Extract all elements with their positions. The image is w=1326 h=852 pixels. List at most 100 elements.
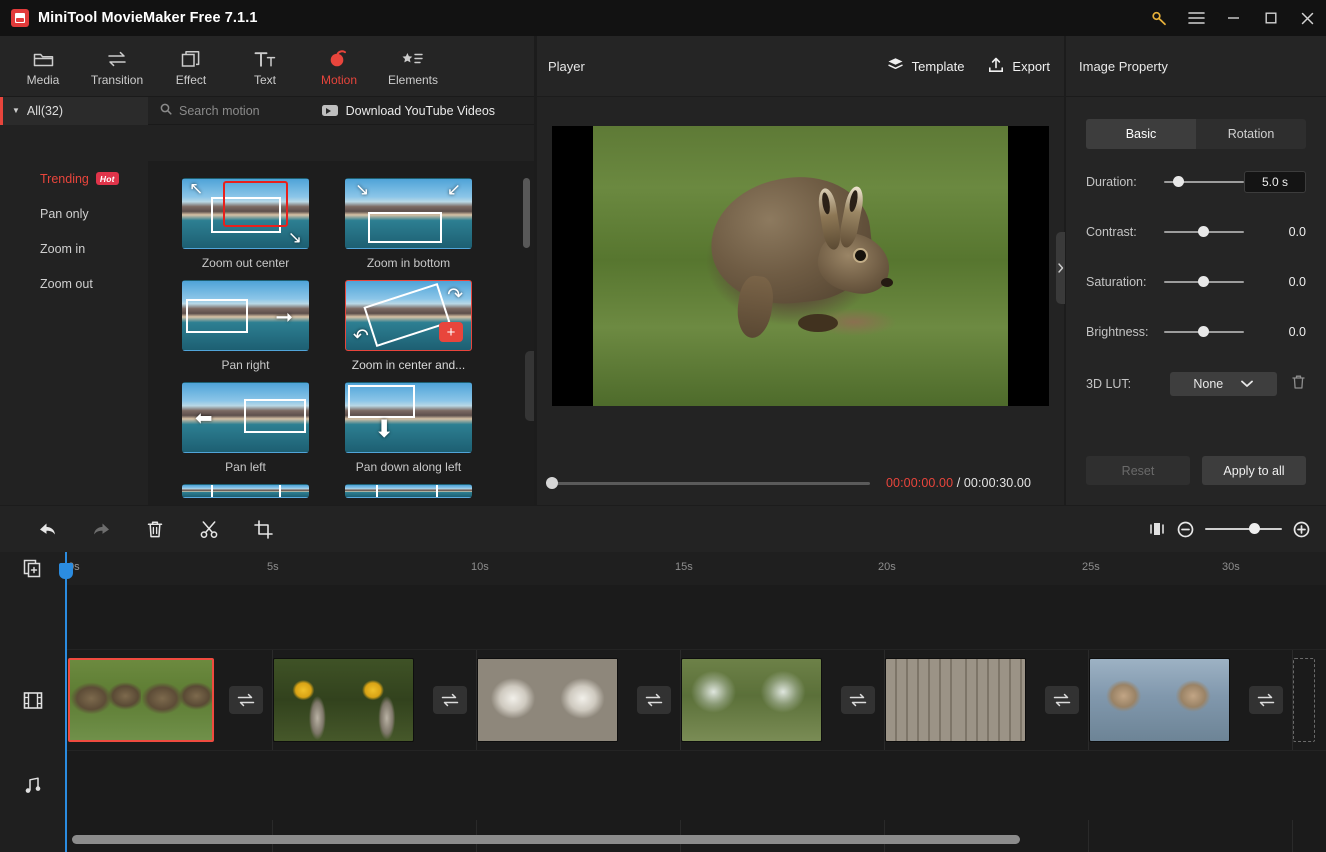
crop-button[interactable] — [236, 513, 290, 545]
motion-item-partial-b[interactable] — [345, 484, 472, 498]
lut-dropdown[interactable]: None — [1169, 372, 1277, 396]
duration-value[interactable]: 5.0 s — [1244, 171, 1306, 193]
transition-slot-2[interactable] — [433, 686, 467, 714]
library-collapse-handle[interactable] — [525, 351, 534, 421]
crop-frame — [244, 399, 306, 433]
effect-icon — [181, 46, 201, 68]
property-row-lut: 3D LUT: None — [1086, 371, 1306, 396]
duration-knob[interactable] — [1173, 176, 1184, 188]
download-youtube-button[interactable]: Download YouTube Videos — [321, 103, 496, 118]
timeline-toolbar — [0, 506, 1326, 552]
motion-item-zoom-in-center-and-rotate[interactable]: ↷ ↶ + Zoom in center and... — [223, 181, 472, 372]
contrast-knob[interactable] — [1198, 226, 1209, 238]
contrast-label: Contrast: — [1086, 225, 1137, 239]
ribbon-tab-motion[interactable]: Motion — [302, 37, 376, 95]
category-zoom-out[interactable]: Zoom out — [0, 266, 148, 301]
library-scrollbar[interactable] — [523, 178, 530, 248]
transition-slot-1[interactable] — [229, 686, 263, 714]
template-button[interactable]: Template — [887, 57, 964, 75]
playback-progress-slider[interactable] — [546, 477, 870, 489]
brightness-slider[interactable] — [1164, 326, 1244, 338]
clip-squirrel[interactable] — [1089, 658, 1230, 742]
brightness-knob[interactable] — [1198, 326, 1209, 338]
ribbon-tab-elements[interactable]: Elements — [376, 37, 450, 95]
download-youtube-label: Download YouTube Videos — [345, 103, 496, 118]
arrow-left-icon: ⬅ — [195, 406, 213, 430]
category-zoom-in[interactable]: Zoom in — [0, 231, 148, 266]
apply-to-all-button[interactable]: Apply to all — [1202, 456, 1306, 485]
category-trending[interactable]: Trending Hot — [0, 161, 148, 196]
ribbon-tab-media[interactable]: Media — [6, 37, 80, 95]
zoom-out-button[interactable] — [1177, 521, 1194, 538]
close-icon[interactable] — [1289, 0, 1326, 36]
crop-frame — [376, 485, 438, 497]
transition-slot-6[interactable] — [1249, 686, 1283, 714]
arrow-up-left-icon: ↖ — [189, 179, 204, 199]
clip-hare[interactable] — [68, 658, 214, 742]
motion-item-pan-right[interactable]: ➞ Pan right — [182, 280, 309, 372]
undo-button[interactable] — [20, 513, 74, 545]
tab-rotation[interactable]: Rotation — [1196, 119, 1306, 149]
search-motion-input[interactable]: Search motion — [160, 103, 260, 118]
window-controls — [1141, 0, 1326, 36]
hare-foot — [798, 314, 838, 332]
brightness-value: 0.0 — [1288, 325, 1306, 339]
ribbon-tab-transition[interactable]: Transition — [80, 37, 154, 95]
upper-track-row[interactable] — [65, 585, 1326, 650]
zoom-in-button[interactable] — [1293, 521, 1310, 538]
library-panel: Media Transition Effect Text Motion Elem… — [0, 36, 534, 505]
split-button[interactable] — [182, 513, 236, 545]
key-icon[interactable] — [1141, 0, 1178, 36]
playhead-grip[interactable] — [59, 563, 73, 579]
redo-button[interactable] — [74, 513, 128, 545]
minimize-icon[interactable] — [1215, 0, 1252, 36]
motion-item-partial-a[interactable] — [182, 484, 309, 498]
timeline-zoom-knob[interactable] — [1249, 523, 1260, 535]
category-pan-only[interactable]: Pan only — [0, 196, 148, 231]
timeline-ruler[interactable]: 0s 5s 10s 15s 20s 25s 30s — [65, 552, 1326, 585]
clip-bird[interactable] — [273, 658, 414, 742]
tab-basic[interactable]: Basic — [1086, 119, 1196, 149]
saturation-knob[interactable] — [1198, 276, 1209, 288]
hamburger-menu-icon[interactable] — [1178, 0, 1215, 36]
property-panel-collapse-handle[interactable] — [1056, 232, 1065, 304]
clip-feeder[interactable] — [885, 658, 1026, 742]
motion-item-pan-down-along-left[interactable]: ⬇ Pan down along left — [345, 382, 472, 474]
preview-stage[interactable] — [552, 126, 1049, 406]
all-filter-dropdown[interactable]: ▼ All(32) — [0, 96, 148, 125]
ribbon-tab-text[interactable]: Text — [228, 37, 302, 95]
add-motion-button[interactable]: + — [439, 322, 463, 342]
transition-slot-5[interactable] — [1045, 686, 1079, 714]
clip-spiderweb[interactable] — [681, 658, 822, 742]
youtube-icon — [321, 105, 338, 116]
audio-track[interactable] — [65, 750, 1326, 820]
playback-progress-row: 00:00:00.00 / 00:00:30.00 — [546, 476, 1052, 490]
ribbon-tab-effect[interactable]: Effect — [154, 37, 228, 95]
timecode-display: 00:00:00.00 / 00:00:30.00 — [886, 476, 1031, 490]
transition-slot-4[interactable] — [841, 686, 875, 714]
delete-lut-button[interactable] — [1291, 374, 1306, 395]
transition-slot-3[interactable] — [637, 686, 671, 714]
contrast-slider[interactable] — [1164, 226, 1244, 238]
timeline-playhead[interactable] — [59, 552, 73, 852]
motion-item-zoom-in-bottom[interactable]: ↘ ↙ Zoom in bottom — [345, 178, 472, 270]
motion-thumbnail: ⬅ — [182, 382, 309, 453]
crop-frame — [211, 485, 281, 497]
motion-item-pan-left[interactable]: ⬅ Pan left — [182, 382, 309, 474]
fit-timeline-icon[interactable] — [1148, 521, 1166, 537]
reset-button[interactable]: Reset — [1086, 456, 1190, 485]
timeline-zoom-slider[interactable] — [1205, 523, 1282, 535]
duration-slider[interactable] — [1164, 176, 1244, 188]
export-button[interactable]: Export — [988, 57, 1050, 76]
timeline-horizontal-scrollbar[interactable] — [72, 835, 1020, 844]
playhead-knob[interactable] — [546, 477, 558, 489]
current-timecode: 00:00:00.00 — [886, 476, 954, 490]
add-media-button[interactable] — [0, 552, 65, 585]
saturation-slider[interactable] — [1164, 276, 1244, 288]
ruler-tick: 25s — [1082, 561, 1100, 573]
clip-dog[interactable] — [477, 658, 618, 742]
clip-drop-zone[interactable] — [1293, 658, 1315, 742]
delete-button[interactable] — [128, 513, 182, 545]
ribbon-label: Elements — [387, 72, 439, 87]
maximize-icon[interactable] — [1252, 0, 1289, 36]
